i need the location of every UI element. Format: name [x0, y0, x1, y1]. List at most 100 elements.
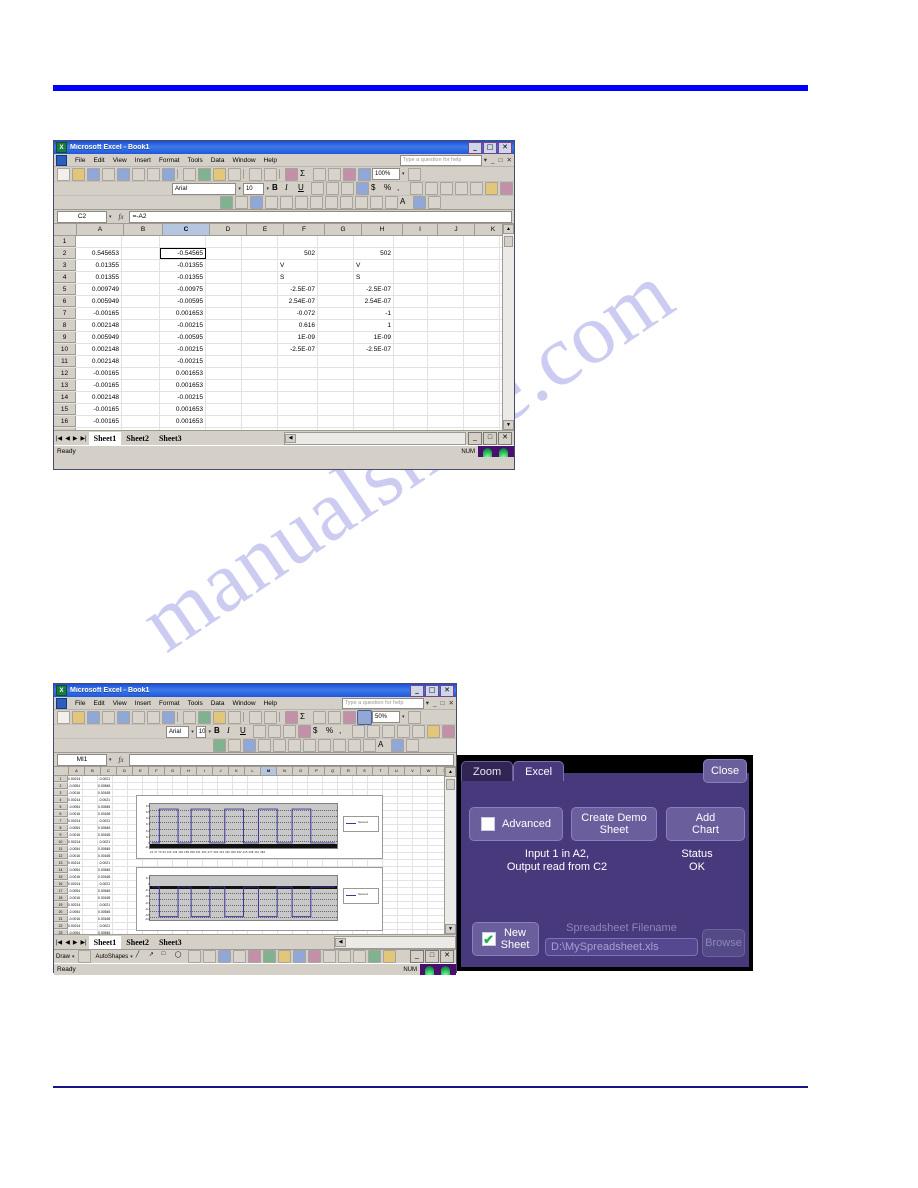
- oval-shape-icon[interactable]: ◯: [175, 951, 186, 962]
- font-chevron-down-icon[interactable]: ▾: [191, 729, 194, 735]
- add-chart-button[interactable]: Add Chart: [666, 807, 745, 841]
- cell-B8[interactable]: [83, 825, 98, 831]
- scrollbar-control-icon[interactable]: [355, 196, 368, 209]
- line-color-icon[interactable]: [292, 950, 306, 963]
- formatting-toolbar[interactable]: Arial ▾ 10 ▾ B I U $ % ,: [54, 182, 514, 196]
- cell-E5[interactable]: [242, 284, 278, 295]
- cell-V17[interactable]: [383, 888, 398, 894]
- cell-D5[interactable]: [113, 804, 128, 810]
- search-icon[interactable]: [117, 167, 130, 181]
- cell-E8[interactable]: [242, 320, 278, 331]
- print-icon[interactable]: [132, 167, 145, 181]
- cell-D18[interactable]: [113, 895, 128, 901]
- cell-P2[interactable]: [293, 783, 308, 789]
- minimize-button[interactable]: _: [410, 684, 424, 697]
- cell-G13[interactable]: [158, 860, 173, 866]
- cell-A17[interactable]: -0.0054: [68, 888, 83, 894]
- cell-S13[interactable]: [338, 860, 353, 866]
- currency-icon[interactable]: $: [371, 183, 382, 194]
- font-size-select[interactable]: 10: [242, 182, 265, 195]
- cell-X21[interactable]: [413, 916, 428, 922]
- cell-A7[interactable]: 0.00214: [68, 818, 83, 824]
- cell-B17[interactable]: [122, 428, 160, 430]
- close-button[interactable]: Close: [703, 759, 747, 783]
- cell-D15[interactable]: [113, 874, 128, 880]
- column-header-h[interactable]: H: [181, 767, 197, 775]
- doc-window-close-button[interactable]: ✕: [498, 431, 512, 445]
- cell-V9[interactable]: [383, 832, 398, 838]
- cell-J11[interactable]: [428, 356, 464, 367]
- cell-D16[interactable]: [206, 416, 242, 427]
- cell-D9[interactable]: [113, 832, 128, 838]
- row-header-6[interactable]: 6: [54, 811, 68, 817]
- row-header-17[interactable]: 17: [54, 888, 68, 894]
- cell-A8[interactable]: -0.0054: [68, 825, 83, 831]
- cell-D23[interactable]: [113, 930, 128, 934]
- cell-E6[interactable]: [242, 296, 278, 307]
- cell-I4[interactable]: [394, 272, 428, 283]
- grid-row[interactable]: 12 -0.00165 0.001653: [54, 368, 514, 380]
- listbox-control-icon[interactable]: [280, 196, 293, 209]
- scroll-down-icon[interactable]: ▼: [445, 924, 456, 934]
- cell-W1[interactable]: [398, 776, 413, 782]
- autoshapes-menu-label[interactable]: AutoShapes: [96, 954, 129, 960]
- cell-F8[interactable]: 0.616: [278, 320, 318, 331]
- sheet-tab-sheet3[interactable]: Sheet3: [154, 936, 187, 949]
- cell-K11[interactable]: [464, 356, 500, 367]
- cell-A8[interactable]: 0.002148: [76, 320, 122, 331]
- cell-O13[interactable]: [278, 860, 293, 866]
- grid-row[interactable]: 17-0.00165 0.001653: [54, 428, 514, 430]
- drawing-icon[interactable]: [358, 167, 371, 181]
- borders-icon[interactable]: [470, 182, 483, 195]
- cell-G12[interactable]: [318, 368, 354, 379]
- cell-X8[interactable]: [413, 825, 428, 831]
- grid-row[interactable]: 3 0.01355 -0.01355 V V: [54, 260, 514, 272]
- namebox-chevron-down-icon[interactable]: ▾: [109, 757, 112, 763]
- forms-toolbar[interactable]: A: [54, 196, 514, 210]
- grid-rows[interactable]: 1 2 0.545653 -0.54565 502 502 3 0.01355 -0.01355…: [54, 236, 514, 430]
- row-header-8[interactable]: 8: [54, 825, 68, 831]
- cell-V14[interactable]: [383, 867, 398, 873]
- grid-row[interactable]: 2 -0.0054 0.00545: [54, 783, 456, 790]
- cell-M1[interactable]: [248, 776, 263, 782]
- cell-G1[interactable]: [318, 236, 354, 247]
- cell-G1[interactable]: [158, 776, 173, 782]
- print-preview-icon[interactable]: [147, 167, 160, 181]
- cell-A20[interactable]: -0.0054: [68, 909, 83, 915]
- sheet-tab-sheet1[interactable]: Sheet1: [88, 935, 122, 949]
- cell-Q2[interactable]: [308, 783, 323, 789]
- titlebar[interactable]: X Microsoft Excel - Book1 _ □ ✕: [54, 684, 456, 697]
- decrease-indent-icon[interactable]: [440, 182, 453, 195]
- cell-F9[interactable]: 1E-09: [278, 332, 318, 343]
- row-header-14[interactable]: 14: [54, 867, 68, 873]
- vertical-scrollbar[interactable]: ▲ ▼: [502, 224, 514, 430]
- row-header-7[interactable]: 7: [54, 308, 76, 319]
- formula-bar-row[interactable]: C2 ▾ fx =-A2: [54, 210, 514, 224]
- properties-icon[interactable]: [428, 196, 441, 209]
- advanced-checkbox[interactable]: [481, 817, 496, 831]
- wordart-icon[interactable]: A: [378, 740, 389, 751]
- cell-I12[interactable]: [394, 368, 428, 379]
- row-header-16[interactable]: 16: [54, 881, 68, 887]
- cell-C3[interactable]: -0.01355: [160, 260, 206, 271]
- cell-D1[interactable]: [113, 776, 128, 782]
- cell-J4[interactable]: [428, 272, 464, 283]
- print-preview-icon[interactable]: [147, 710, 160, 724]
- scroll-thumb[interactable]: [504, 236, 513, 247]
- cell-D17[interactable]: [113, 888, 128, 894]
- menu-item-data[interactable]: Data: [207, 700, 229, 707]
- cell-H3[interactable]: V: [354, 260, 394, 271]
- cell-V6[interactable]: [383, 811, 398, 817]
- column-header-a[interactable]: A: [77, 224, 124, 235]
- textbox-shape-icon[interactable]: [187, 950, 201, 963]
- grid-row[interactable]: 5 0.009749 -0.00975 -2.5E-07 -2.5E-07: [54, 284, 514, 296]
- column-header-w[interactable]: W: [421, 767, 437, 775]
- cell-I1[interactable]: [188, 776, 203, 782]
- hyperlink-icon[interactable]: [285, 167, 298, 181]
- cell-C12[interactable]: 0.001653: [160, 368, 206, 379]
- cell-E15[interactable]: [242, 404, 278, 415]
- doc-restore-button[interactable]: □: [439, 700, 447, 707]
- cell-J2[interactable]: [428, 248, 464, 259]
- row-header-7[interactable]: 7: [54, 818, 68, 824]
- cell-D21[interactable]: [113, 916, 128, 922]
